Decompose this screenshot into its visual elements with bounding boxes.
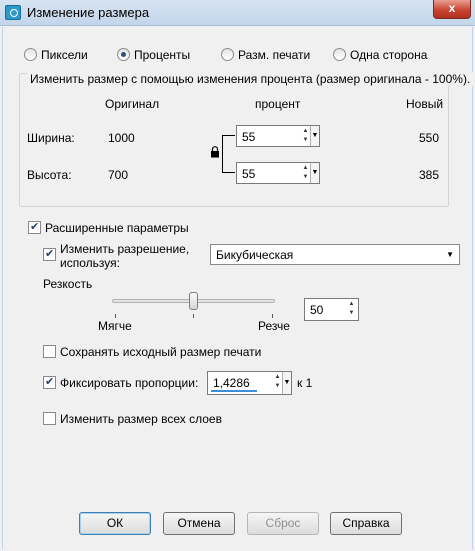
resample-label-line2: используя: [60, 256, 120, 270]
focus-underline [211, 390, 257, 392]
resample-method-value: Бикубическая [216, 248, 294, 262]
spin-up-icon[interactable]: ▲ [301, 127, 310, 136]
lock-ratio-checkbox[interactable] [43, 375, 56, 389]
lock-ratio-label: Фиксировать пропорции: [60, 376, 199, 390]
sharpness-label: Резкость [43, 277, 93, 291]
lock-icon[interactable] [210, 146, 220, 158]
window-title: Изменение размера [27, 5, 150, 20]
sharpness-value: 50 [310, 303, 324, 317]
cancel-button[interactable]: Отмена [163, 512, 235, 535]
height-new: 385 [419, 168, 440, 182]
advanced-checkbox[interactable] [28, 220, 41, 234]
spin-down-icon[interactable]: ▼ [273, 382, 282, 391]
spin-up-icon[interactable]: ▲ [273, 373, 282, 382]
aspect-bracket [222, 135, 235, 173]
resample-checkbox[interactable] [43, 247, 56, 261]
chevron-down-icon: ▼ [446, 250, 454, 259]
height-percent-spinbox[interactable]: 55 ▲ ▼ ▼ [236, 162, 320, 184]
keep-print-size-checkbox[interactable] [43, 345, 56, 358]
width-label: Ширина: [27, 131, 75, 145]
radio-pixels-label: Пиксели [41, 48, 88, 62]
column-percent: процент [255, 97, 301, 111]
radio-print-size[interactable] [221, 48, 234, 61]
column-original: Оригинал [105, 97, 160, 111]
title-bar: Изменение размера x [0, 0, 475, 26]
slider-tick [115, 314, 116, 318]
resize-all-layers-label: Изменить размер всех слоев [60, 412, 222, 426]
spin-down-icon[interactable]: ▼ [347, 309, 356, 318]
spin-down-icon[interactable]: ▼ [301, 136, 310, 145]
resample-label-line1: Изменить разрешение, [60, 242, 190, 256]
help-button[interactable]: Справка [330, 512, 402, 535]
height-original: 700 [108, 168, 129, 182]
height-percent-value: 55 [242, 167, 256, 181]
slider-tick [272, 314, 273, 318]
dropdown-arrow-icon[interactable]: ▼ [282, 372, 291, 394]
radio-percent[interactable] [117, 48, 130, 61]
spin-down-icon[interactable]: ▼ [301, 173, 310, 182]
radio-pixels[interactable] [24, 48, 37, 61]
spin-up-icon[interactable]: ▲ [301, 164, 310, 173]
sharpness-spinbox[interactable]: 50 ▲ ▼ [304, 298, 359, 321]
slider-tick [193, 314, 194, 318]
resize-all-layers-checkbox[interactable] [43, 412, 56, 425]
width-percent-value: 55 [242, 130, 256, 144]
radio-one-side-label: Одна сторона [350, 48, 428, 62]
radio-print-size-label: Разм. печати [238, 48, 311, 62]
lock-ratio-suffix: к 1 [297, 376, 313, 390]
app-icon [5, 5, 21, 20]
width-new: 550 [419, 131, 440, 145]
percent-group-caption: Изменить размер с помощью изменения проц… [27, 72, 474, 86]
close-button[interactable]: x [433, 0, 471, 19]
reset-button[interactable]: Сброс [247, 512, 319, 535]
radio-one-side[interactable] [333, 48, 346, 61]
width-original: 1000 [108, 131, 135, 145]
width-percent-spinbox[interactable]: 55 ▲ ▼ ▼ [236, 125, 320, 147]
sharpness-max-label: Резче [258, 319, 290, 333]
dropdown-arrow-icon[interactable]: ▼ [310, 126, 319, 146]
dropdown-arrow-icon[interactable]: ▼ [310, 163, 319, 183]
height-label: Высота: [27, 168, 72, 182]
lock-ratio-spinbox[interactable]: 1,4286 ▲ ▼ ▼ [207, 371, 292, 395]
keep-print-size-label: Сохранять исходный размер печати [60, 345, 262, 359]
column-new: Новый [406, 97, 444, 111]
sharpness-min-label: Мягче [98, 319, 132, 333]
lock-ratio-value: 1,4286 [213, 376, 250, 390]
resample-method-select[interactable]: Бикубическая ▼ [210, 244, 460, 265]
advanced-label: Расширенные параметры [45, 221, 189, 235]
dialog-body: Пиксели Проценты Разм. печати Одна сторо… [2, 27, 474, 549]
radio-percent-label: Проценты [134, 48, 191, 62]
spin-up-icon[interactable]: ▲ [347, 300, 356, 309]
sharpness-slider-thumb[interactable] [188, 292, 198, 310]
ok-button[interactable]: ОК [79, 512, 151, 535]
